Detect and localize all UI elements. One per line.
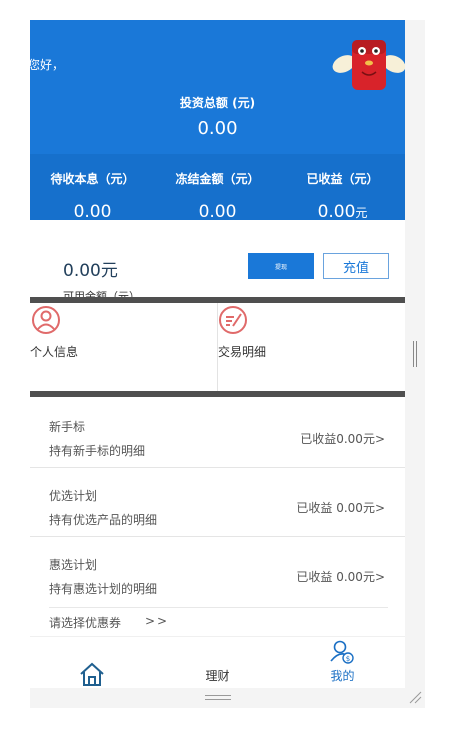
user-money-icon: $	[330, 640, 354, 664]
bottom-tab-bar: 理财 $ 我的	[30, 636, 405, 688]
greeting-text: 您好，	[30, 58, 65, 72]
quick-link-profile[interactable]: 个人信息	[30, 303, 217, 391]
stats-band: 待收本息（元） 0.00 冻结金额（元） 0.00 已收益（元） 0.00元	[30, 154, 405, 222]
holding-row-premium-plan[interactable]: 优选计划 持有优选产品的明细 已收益 0.00元>	[30, 469, 405, 537]
holding-title: 惠选计划	[49, 558, 98, 572]
recharge-button[interactable]: 充值	[323, 253, 389, 279]
total-investment-value: 0.00	[197, 118, 238, 139]
browser-viewport: 您好， 投资总额 (元) 0.00 待收本息（元） 0.00 冻结金额（元） 0…	[0, 0, 449, 738]
stat-value: 0.00	[30, 202, 155, 222]
chevron-double-right-icon: >>	[145, 614, 170, 628]
holding-title: 优选计划	[49, 489, 98, 503]
holding-earnings: 已收益 0.00元>	[296, 570, 385, 584]
holding-earnings: 已收益 0.00元>	[296, 501, 385, 515]
stat-label: 已收益（元）	[306, 172, 379, 186]
stat-number: 0.00	[198, 202, 237, 222]
quick-links: 个人信息 交易明细	[30, 303, 405, 391]
quick-link-transactions[interactable]: 交易明细	[218, 303, 405, 391]
vertical-resize-handle[interactable]	[413, 341, 417, 367]
tab-finance[interactable]: 理财	[155, 637, 280, 688]
holding-subtitle: 持有新手标的明细	[49, 444, 146, 458]
holding-subtitle: 持有优选产品的明细	[49, 513, 158, 527]
svg-text:$: $	[346, 655, 350, 663]
edit-list-icon	[219, 306, 247, 334]
holding-subtitle: 持有惠选计划的明细	[49, 582, 158, 596]
tab-label: 理财	[205, 669, 230, 683]
stat-label: 冻结金额（元）	[175, 172, 260, 186]
account-page: 您好， 投资总额 (元) 0.00 待收本息（元） 0.00 冻结金额（元） 0…	[30, 20, 405, 688]
total-investment-label: 投资总额 (元)	[179, 96, 256, 110]
holding-earnings: 已收益0.00元>	[300, 432, 385, 446]
quick-link-label: 交易明细	[218, 345, 267, 359]
stat-number: 0.00	[73, 202, 112, 222]
section-divider	[30, 391, 405, 397]
withdraw-button[interactable]: 提现	[248, 253, 314, 279]
quick-link-label: 个人信息	[30, 345, 79, 359]
holding-row-newbie[interactable]: 新手标 持有新手标的明细 已收益0.00元>	[30, 400, 405, 468]
red-envelope-mascot-icon	[332, 40, 405, 90]
account-summary-header: 您好， 投资总额 (元) 0.00 待收本息（元） 0.00 冻结金额（元） 0…	[30, 20, 405, 222]
stat-unit: 元	[355, 206, 368, 220]
holding-title: 新手标	[49, 420, 86, 434]
home-icon	[80, 662, 104, 686]
stat-value: 0.00元	[280, 202, 405, 222]
tab-mine[interactable]: $ 我的	[280, 637, 405, 688]
user-icon	[32, 306, 60, 334]
horizontal-resize-handle[interactable]	[205, 695, 231, 700]
holding-row-value-plan[interactable]: 惠选计划 持有惠选计划的明细 已收益 0.00元>	[30, 538, 405, 606]
coupon-label: 请选择优惠券	[49, 616, 122, 630]
coupon-selector[interactable]: 请选择优惠券 >>	[49, 607, 388, 633]
stat-value: 0.00	[155, 202, 280, 222]
tab-label: 我的	[330, 669, 355, 683]
available-balance-value: 0.00元	[63, 261, 118, 281]
stat-number: 0.00	[317, 202, 356, 222]
tab-home[interactable]	[30, 637, 155, 688]
corner-resize-handle-icon[interactable]	[408, 690, 422, 704]
stat-label: 待收本息（元）	[50, 172, 135, 186]
balance-section: 0.00元 可用余额（元） 提现 充值	[30, 238, 405, 303]
